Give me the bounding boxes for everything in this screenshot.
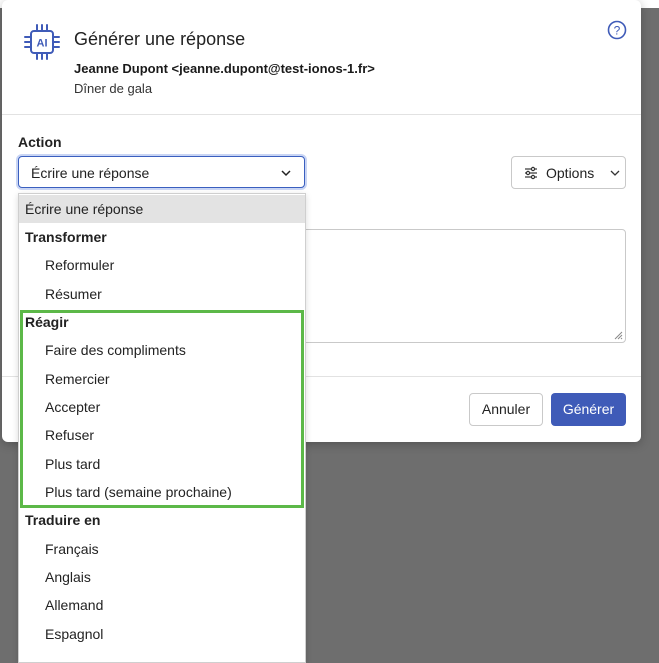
dropdown-option[interactable]: Accepter — [19, 393, 305, 421]
dropdown-option[interactable]: Plus tard (semaine prochaine) — [19, 478, 305, 506]
dropdown-option[interactable]: Reformuler — [19, 251, 305, 279]
dropdown-option[interactable]: Faire des compliments — [19, 336, 305, 364]
cancel-button[interactable]: Annuler — [469, 393, 543, 426]
action-label: Action — [18, 134, 62, 150]
dropdown-option[interactable]: Écrire une réponse — [19, 195, 305, 223]
email-subject: Dîner de gala — [74, 81, 153, 96]
options-button[interactable]: Options — [511, 156, 626, 189]
dropdown-group-header: Transformer — [25, 229, 107, 245]
help-icon[interactable]: ? — [607, 20, 627, 40]
action-select[interactable]: Écrire une réponse — [18, 156, 305, 188]
svg-text:?: ? — [614, 24, 621, 38]
dialog-header: AI Générer une réponse Jeanne Dupont <je… — [2, 0, 641, 115]
dropdown-option[interactable]: Résumer — [19, 280, 305, 308]
ai-icon-label: AI — [37, 38, 48, 50]
dropdown-option[interactable]: Anglais — [19, 563, 305, 591]
dropdown-option[interactable]: Français — [19, 535, 305, 563]
resize-handle-icon[interactable] — [613, 330, 623, 340]
dropdown-option[interactable]: Refuser — [19, 421, 305, 449]
chevron-down-icon — [281, 170, 291, 177]
dropdown-group-header: Réagir — [25, 314, 69, 330]
dropdown-option[interactable]: Espagnol — [19, 620, 305, 648]
ai-chip-icon: AI — [24, 24, 60, 60]
sliders-icon — [525, 166, 537, 180]
dropdown-option[interactable]: Plus tard — [19, 450, 305, 478]
action-select-value: Écrire une réponse — [31, 165, 150, 181]
options-button-label: Options — [546, 165, 595, 181]
generate-button[interactable]: Générer — [551, 393, 626, 426]
chevron-down-icon — [610, 170, 620, 176]
dialog-title: Générer une réponse — [74, 29, 246, 49]
sender-line: Jeanne Dupont <jeanne.dupont@test-ionos-… — [74, 61, 375, 76]
dropdown-group-header: Traduire en — [25, 512, 101, 528]
dropdown-option[interactable]: Remercier — [19, 365, 305, 393]
dropdown-option[interactable]: Allemand — [19, 591, 305, 619]
action-dropdown-list: Écrire une réponse Transformer Reformuler R… — [18, 193, 306, 663]
